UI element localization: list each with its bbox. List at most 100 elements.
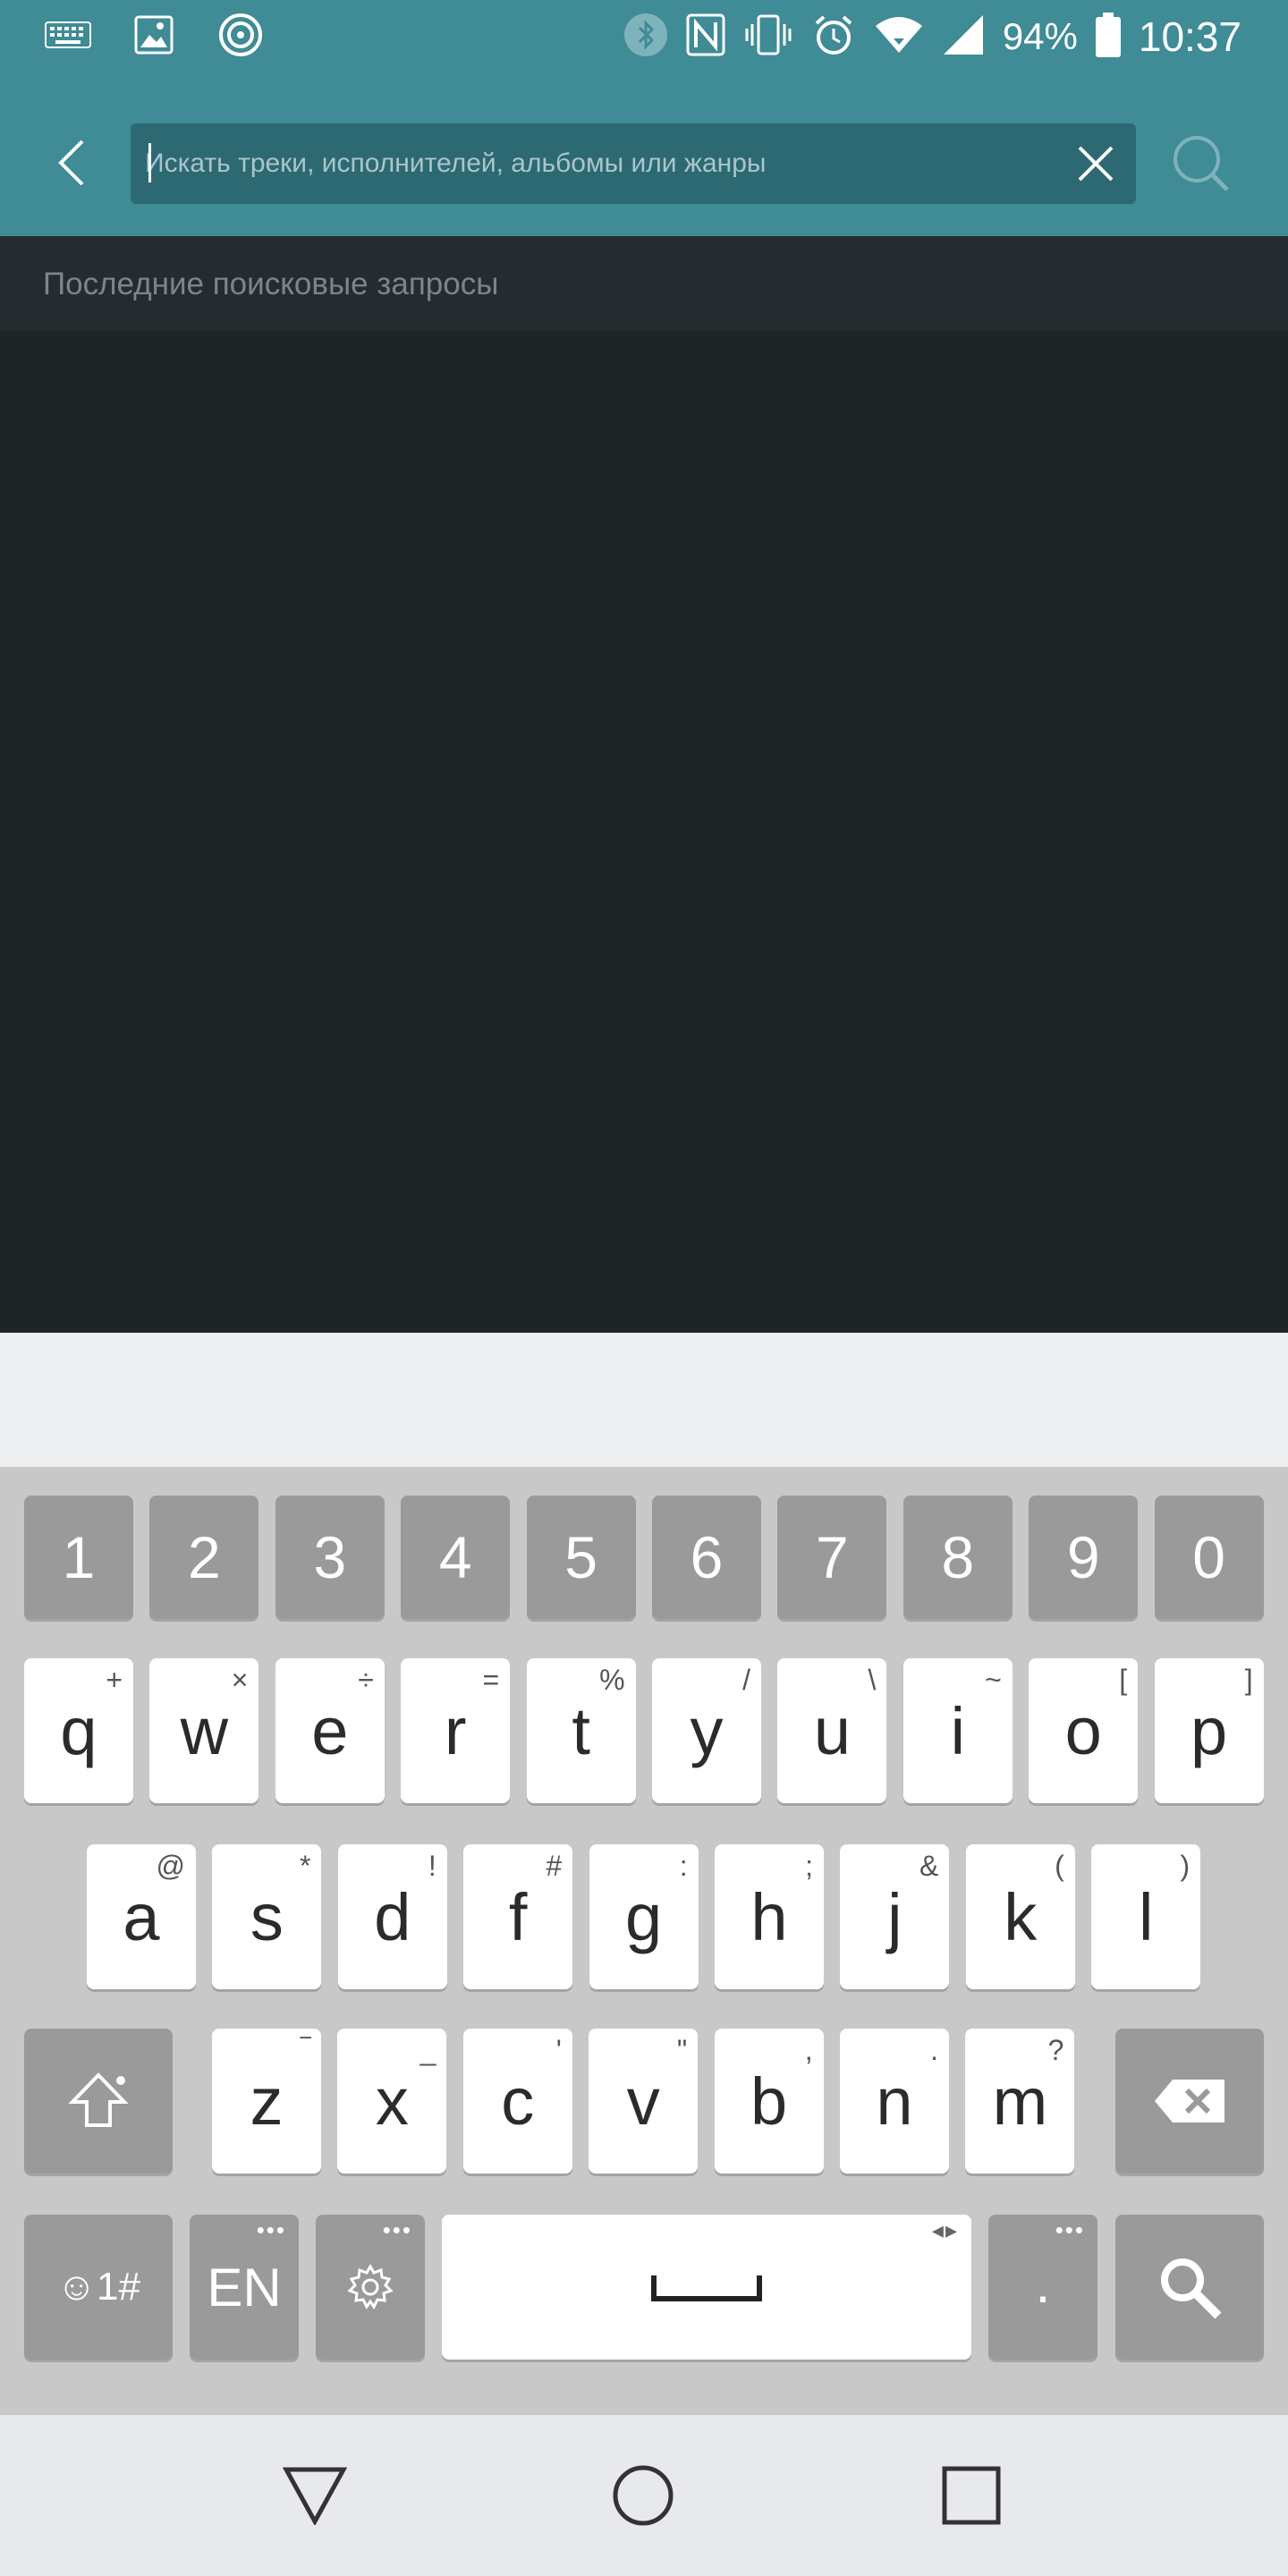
- key-o[interactable]: [o: [1029, 1658, 1139, 1803]
- secondary-symbol: ': [555, 2034, 562, 2066]
- key-r[interactable]: = r: [401, 1658, 511, 1803]
- key-1[interactable]: 1: [24, 1496, 133, 1619]
- backspace-key[interactable]: [1115, 2029, 1264, 2174]
- key-n[interactable]: .n: [840, 2029, 949, 2174]
- key-s[interactable]: * s: [212, 1844, 322, 1989]
- key-4[interactable]: 4: [401, 1496, 511, 1619]
- text-cursor: [148, 143, 151, 182]
- secondary-symbol: ]: [1244, 1664, 1253, 1696]
- music-app-icon: [216, 11, 265, 64]
- space-key[interactable]: ◂▸: [442, 2215, 971, 2360]
- key-8[interactable]: 8: [902, 1496, 1013, 1619]
- battery-icon: [1095, 12, 1121, 62]
- keyboard-suggestion-bar: [0, 1333, 1288, 1467]
- chevron-left-icon: [58, 140, 84, 186]
- clear-search-button[interactable]: [1068, 136, 1123, 191]
- key-label: m: [992, 2063, 1048, 2139]
- key-5[interactable]: 5: [526, 1496, 636, 1619]
- key-label: u: [813, 1693, 851, 1768]
- key-y[interactable]: / y: [652, 1658, 761, 1803]
- key-p[interactable]: ] p: [1154, 1658, 1264, 1803]
- keyboard-icon: [45, 21, 91, 53]
- key-7[interactable]: 7: [777, 1496, 887, 1619]
- wifi-icon: [874, 15, 924, 59]
- shift-key[interactable]: [24, 2029, 173, 2174]
- nav-home-button[interactable]: [598, 2451, 688, 2540]
- secondary-symbol: &: [919, 1850, 939, 1882]
- secondary-symbol: *: [299, 1850, 311, 1882]
- backspace-icon: [1155, 2080, 1224, 2123]
- key-m[interactable]: ? m: [965, 2029, 1075, 2174]
- nav-back-button[interactable]: [270, 2451, 360, 2540]
- key-w[interactable]: × w: [149, 1658, 259, 1803]
- symbols-key[interactable]: ☺1#: [24, 2215, 173, 2360]
- alarm-icon: [811, 13, 856, 62]
- secondary-symbol: %: [599, 1664, 625, 1696]
- key-label: 6: [690, 1524, 724, 1590]
- key-u[interactable]: \ u: [777, 1658, 887, 1803]
- key-6[interactable]: 6: [652, 1496, 761, 1619]
- nav-recents-button[interactable]: [927, 2451, 1016, 2540]
- clock: 10:37: [1138, 13, 1241, 60]
- key-label: r: [444, 1693, 467, 1768]
- period-key[interactable]: ••• .: [988, 2215, 1097, 2360]
- key-a[interactable]: @ a: [87, 1844, 196, 1989]
- key-2[interactable]: 2: [149, 1496, 259, 1619]
- secondary-symbol: :: [679, 1850, 688, 1882]
- search-field[interactable]: [131, 123, 1136, 204]
- language-key[interactable]: ••• EN: [190, 2215, 299, 2360]
- key-l[interactable]: ) l: [1091, 1844, 1201, 1989]
- search-action-key[interactable]: [1115, 2215, 1264, 2360]
- key-e[interactable]: ÷ e: [275, 1658, 385, 1803]
- secondary-symbol: ": [676, 2034, 688, 2066]
- key-label: 9: [1066, 1524, 1100, 1590]
- key-z[interactable]: ‾ z: [212, 2029, 321, 2174]
- secondary-symbol: ‾: [301, 2034, 310, 2066]
- key-x[interactable]: _ x: [337, 2029, 447, 2174]
- key-k[interactable]: (k: [965, 1844, 1075, 1989]
- key-d[interactable]: ! d: [337, 1844, 447, 1989]
- key-label: 1: [62, 1524, 96, 1590]
- secondary-symbol: ÷: [358, 1664, 374, 1696]
- secondary-symbol: ,: [804, 2034, 813, 2066]
- key-label: f: [508, 1879, 528, 1954]
- key-b[interactable]: ,b: [714, 2029, 824, 2174]
- search-input[interactable]: [145, 123, 1039, 204]
- back-button[interactable]: [39, 125, 104, 200]
- app-header: 94% 10:37: [0, 0, 1288, 236]
- secondary-symbol: #: [546, 1850, 563, 1882]
- key-t[interactable]: % t: [526, 1658, 636, 1803]
- search-button[interactable]: [1163, 125, 1240, 202]
- key-label: 4: [438, 1524, 472, 1590]
- key-f[interactable]: # f: [463, 1844, 573, 1989]
- settings-key[interactable]: •••: [316, 2215, 425, 2360]
- key-3[interactable]: 3: [275, 1496, 385, 1619]
- key-label: v: [626, 2063, 660, 2139]
- secondary-symbol: !: [428, 1850, 436, 1882]
- key-c[interactable]: ' c: [462, 2029, 572, 2174]
- key-0[interactable]: 0: [1154, 1496, 1264, 1619]
- square-recents-icon: [942, 2466, 1001, 2525]
- key-j[interactable]: & j: [840, 1844, 950, 1989]
- cursor-arrows: ◂▸: [931, 2216, 959, 2243]
- secondary-symbol: _: [419, 2034, 436, 2066]
- key-q[interactable]: + q: [24, 1658, 133, 1803]
- key-v[interactable]: " v: [589, 2029, 699, 2174]
- key-label: k: [1004, 1879, 1038, 1954]
- more-dots: •••: [1055, 2216, 1085, 2243]
- key-g[interactable]: :g: [589, 1844, 699, 1989]
- navigation-bar: [0, 2415, 1288, 2576]
- key-9[interactable]: 9: [1029, 1496, 1139, 1619]
- key-h[interactable]: ; h: [715, 1844, 824, 1989]
- language-key-label: EN: [207, 2257, 282, 2318]
- key-label: e: [311, 1693, 349, 1768]
- secondary-symbol: /: [742, 1664, 750, 1696]
- key-label: 2: [188, 1524, 221, 1590]
- on-screen-keyboard: 1234567890 + q × w ÷ e = r% t / y \ u ~ i[o] p @ a * s! d # f…: [0, 1467, 1288, 2415]
- key-i[interactable]: ~ i: [902, 1658, 1013, 1803]
- key-label: a: [123, 1879, 160, 1954]
- key-label: b: [750, 2063, 788, 2139]
- key-label: y: [690, 1693, 724, 1768]
- secondary-symbol: ;: [805, 1850, 813, 1882]
- key-label: c: [501, 2063, 535, 2139]
